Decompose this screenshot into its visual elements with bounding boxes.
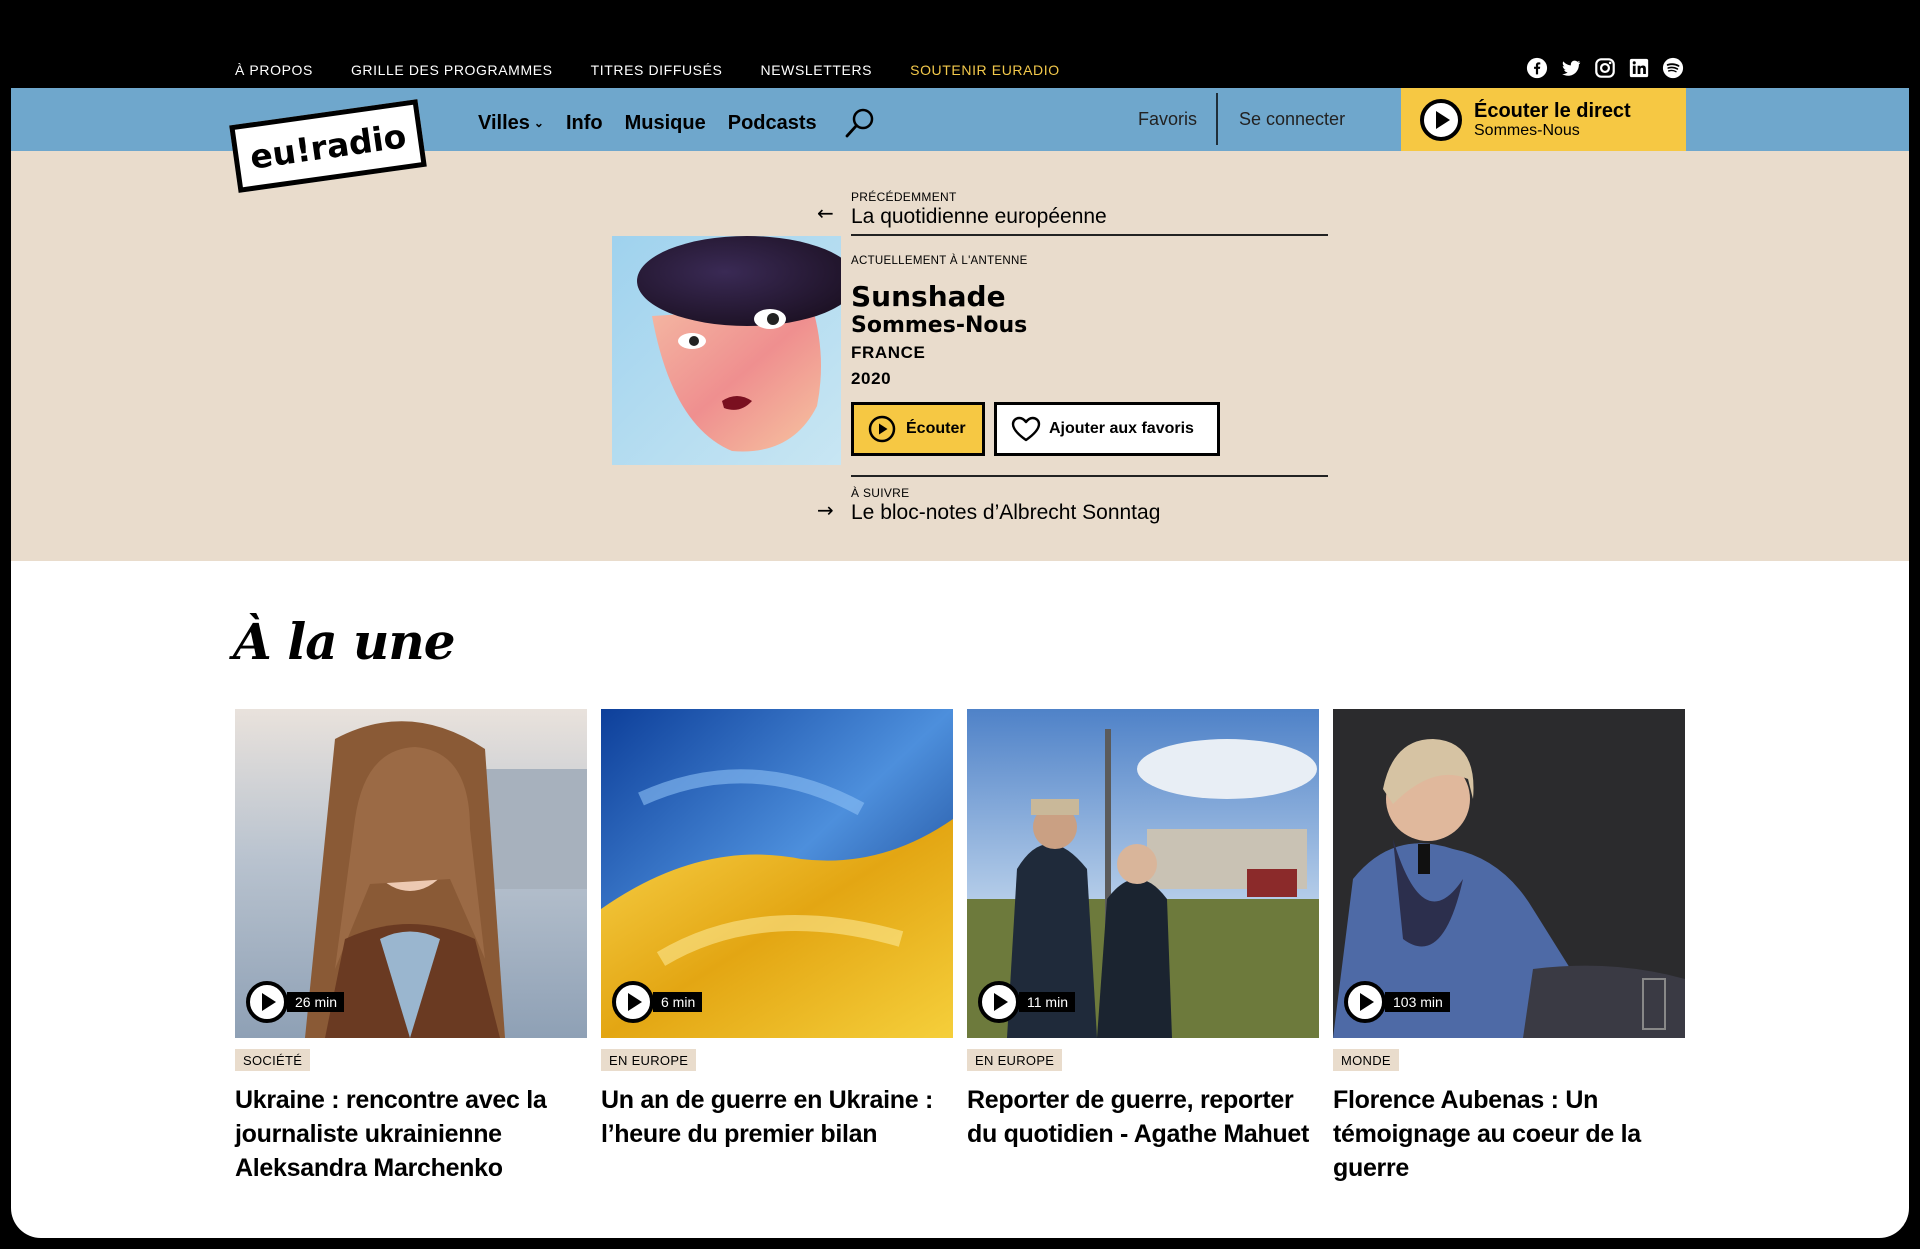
linkedin-icon[interactable] bbox=[1628, 57, 1650, 79]
listen-live-button[interactable]: Écouter le direct Sommes-Nous bbox=[1401, 88, 1686, 151]
article-card[interactable]: 6 min EN EUROPE Un an de guerre en Ukrai… bbox=[601, 709, 953, 1151]
search-icon[interactable] bbox=[843, 106, 877, 140]
live-subtitle: Sommes-Nous bbox=[1474, 121, 1580, 139]
track-artist: Sommes-Nous bbox=[851, 313, 1028, 338]
favorites-link[interactable]: Favoris bbox=[1138, 109, 1197, 130]
article-card[interactable]: 26 min SOCIÉTÉ Ukraine : rencontre avec … bbox=[235, 709, 587, 1185]
main-nav: Villes ⌄ Info Musique Podcasts bbox=[478, 106, 877, 140]
duration-badge: 26 min bbox=[287, 992, 345, 1012]
previous-title: La quotidienne européenne bbox=[851, 205, 1107, 228]
nav-villes[interactable]: Villes ⌄ bbox=[478, 112, 544, 135]
facebook-icon[interactable] bbox=[1526, 57, 1548, 79]
category-tag[interactable]: SOCIÉTÉ bbox=[235, 1049, 311, 1071]
play-icon[interactable] bbox=[611, 980, 655, 1024]
duration-badge: 103 min bbox=[1385, 992, 1450, 1012]
category-tag[interactable]: EN EUROPE bbox=[967, 1049, 1063, 1071]
article-title[interactable]: Florence Aubenas : Un témoignage au coeu… bbox=[1333, 1083, 1685, 1185]
play-icon[interactable] bbox=[1343, 980, 1387, 1024]
nav-info[interactable]: Info bbox=[566, 112, 603, 135]
heart-icon bbox=[1011, 416, 1041, 442]
article-card[interactable]: 11 min EN EUROPE Reporter de guerre, rep… bbox=[967, 709, 1319, 1151]
article-title[interactable]: Reporter de guerre, reporter du quotidie… bbox=[967, 1083, 1319, 1151]
fav-label: Ajouter aux favoris bbox=[1049, 420, 1194, 437]
article-image[interactable]: 6 min bbox=[601, 709, 953, 1038]
instagram-icon[interactable] bbox=[1594, 57, 1616, 79]
chevron-down-icon: ⌄ bbox=[533, 116, 544, 130]
track-year: 2020 bbox=[851, 369, 892, 388]
listen-button[interactable]: Écouter bbox=[851, 402, 985, 456]
device-frame: À PROPOS GRILLE DES PROGRAMMES TITRES DI… bbox=[0, 0, 1920, 1249]
article-title[interactable]: Ukraine : rencontre avec la journaliste … bbox=[235, 1083, 587, 1185]
previous-label: PRÉCÉDEMMENT bbox=[851, 190, 957, 204]
play-icon bbox=[1420, 98, 1462, 141]
topnav-about[interactable]: À PROPOS bbox=[235, 62, 313, 78]
topnav-tracks[interactable]: TITRES DIFFUSÉS bbox=[591, 62, 723, 78]
arrow-right-icon[interactable]: → bbox=[817, 498, 834, 522]
play-icon[interactable] bbox=[245, 980, 289, 1024]
article-title[interactable]: Un an de guerre en Ukraine : l’heure du … bbox=[601, 1083, 953, 1151]
article-image[interactable]: 103 min bbox=[1333, 709, 1685, 1038]
social-links bbox=[1526, 57, 1696, 79]
play-icon[interactable] bbox=[977, 980, 1021, 1024]
live-title: Écouter le direct bbox=[1474, 99, 1631, 122]
arrow-left-icon[interactable]: ← bbox=[817, 201, 834, 225]
previous-show[interactable]: PRÉCÉDEMMENT La quotidienne européenne bbox=[851, 190, 1107, 229]
listen-label: Écouter bbox=[906, 420, 966, 437]
article-image[interactable]: 11 min bbox=[967, 709, 1319, 1038]
album-cover bbox=[612, 236, 841, 465]
next-label: À SUIVRE bbox=[851, 486, 910, 500]
topnav-newsletters[interactable]: NEWSLETTERS bbox=[761, 62, 873, 78]
add-to-favorites-button[interactable]: Ajouter aux favoris bbox=[994, 402, 1220, 456]
next-show[interactable]: À SUIVRE Le bloc-notes d’Albrecht Sonnta… bbox=[851, 486, 1160, 525]
article-image[interactable]: 26 min bbox=[235, 709, 587, 1038]
twitter-icon[interactable] bbox=[1560, 57, 1582, 79]
article-card[interactable]: 103 min MONDE Florence Aubenas : Un témo… bbox=[1333, 709, 1685, 1185]
divider-line bbox=[851, 475, 1328, 477]
logo-text: eu!radio bbox=[247, 115, 409, 177]
nav-podcasts[interactable]: Podcasts bbox=[728, 112, 817, 135]
category-tag[interactable]: MONDE bbox=[1333, 1049, 1399, 1071]
play-icon bbox=[868, 415, 896, 443]
track-country: FRANCE bbox=[851, 343, 926, 362]
top-nav: À PROPOS GRILLE DES PROGRAMMES TITRES DI… bbox=[235, 62, 1098, 78]
next-title: Le bloc-notes d’Albrecht Sonntag bbox=[851, 501, 1161, 524]
header-divider bbox=[1216, 93, 1218, 145]
category-tag[interactable]: EN EUROPE bbox=[601, 1049, 697, 1071]
now-playing: ACTUELLEMENT À L'ANTENNE Sunshade Sommes… bbox=[851, 255, 1028, 389]
topnav-support[interactable]: SOUTENIR EURADIO bbox=[910, 62, 1060, 78]
nav-musique[interactable]: Musique bbox=[625, 112, 706, 135]
on-air-label: ACTUELLEMENT À L'ANTENNE bbox=[851, 255, 1028, 267]
spotify-icon[interactable] bbox=[1662, 57, 1684, 79]
section-title: À la une bbox=[233, 612, 456, 671]
duration-badge: 6 min bbox=[653, 992, 703, 1012]
nav-villes-label: Villes bbox=[478, 111, 530, 134]
duration-badge: 11 min bbox=[1019, 992, 1075, 1012]
topnav-schedule[interactable]: GRILLE DES PROGRAMMES bbox=[351, 62, 553, 78]
browser-viewport: À PROPOS GRILLE DES PROGRAMMES TITRES DI… bbox=[11, 0, 1909, 1238]
divider-line bbox=[851, 234, 1328, 236]
track-title: Sunshade bbox=[851, 280, 1006, 313]
login-link[interactable]: Se connecter bbox=[1239, 109, 1345, 130]
